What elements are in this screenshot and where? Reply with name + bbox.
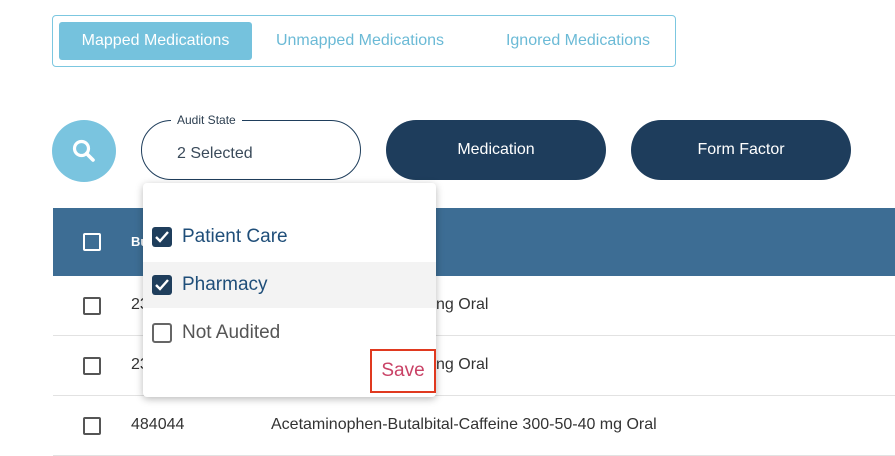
checkbox-checked[interactable] bbox=[152, 227, 172, 247]
row-medication-name: ng Oral bbox=[436, 356, 489, 373]
checkbox-unchecked[interactable] bbox=[152, 323, 172, 343]
option-label: Pharmacy bbox=[182, 274, 268, 295]
row-checkbox[interactable] bbox=[83, 357, 101, 375]
row-checkbox[interactable] bbox=[83, 417, 101, 435]
checkbox-checked[interactable] bbox=[152, 275, 172, 295]
tab-mapped-medications[interactable]: Mapped Medications bbox=[59, 22, 252, 60]
checkmark-icon bbox=[155, 279, 169, 291]
option-patient-care[interactable]: Patient Care bbox=[143, 214, 436, 260]
row-id: 484044 bbox=[131, 416, 185, 433]
row-medication-name: Acetaminophen-Butalbital-Caffeine 300-50… bbox=[271, 416, 657, 433]
option-pharmacy[interactable]: Pharmacy bbox=[143, 262, 436, 308]
save-button[interactable]: Save bbox=[370, 349, 436, 393]
audit-state-value: 2 Selected bbox=[177, 145, 253, 162]
option-label: Patient Care bbox=[182, 226, 288, 247]
checkmark-icon bbox=[155, 231, 169, 243]
row-checkbox[interactable] bbox=[83, 297, 101, 315]
audit-state-label: Audit State bbox=[171, 113, 242, 127]
medication-filter-button[interactable]: Medication bbox=[386, 120, 606, 180]
tab-unmapped-medications[interactable]: Unmapped Medications bbox=[260, 22, 460, 60]
medication-tabs: Mapped Medications Unmapped Medications … bbox=[52, 15, 676, 67]
audit-state-dropdown: Patient Care Pharmacy Not Audited Save bbox=[143, 183, 436, 397]
table-row: 484044 Acetaminophen-Butalbital-Caffeine… bbox=[53, 396, 895, 456]
search-icon bbox=[72, 139, 95, 162]
tab-ignored-medications[interactable]: Ignored Medications bbox=[483, 22, 673, 60]
search-button[interactable] bbox=[52, 120, 116, 182]
select-all-checkbox[interactable] bbox=[83, 233, 101, 251]
form-factor-filter-button[interactable]: Form Factor bbox=[631, 120, 851, 180]
option-label: Not Audited bbox=[182, 322, 281, 343]
row-medication-name: ng Oral bbox=[436, 296, 489, 313]
